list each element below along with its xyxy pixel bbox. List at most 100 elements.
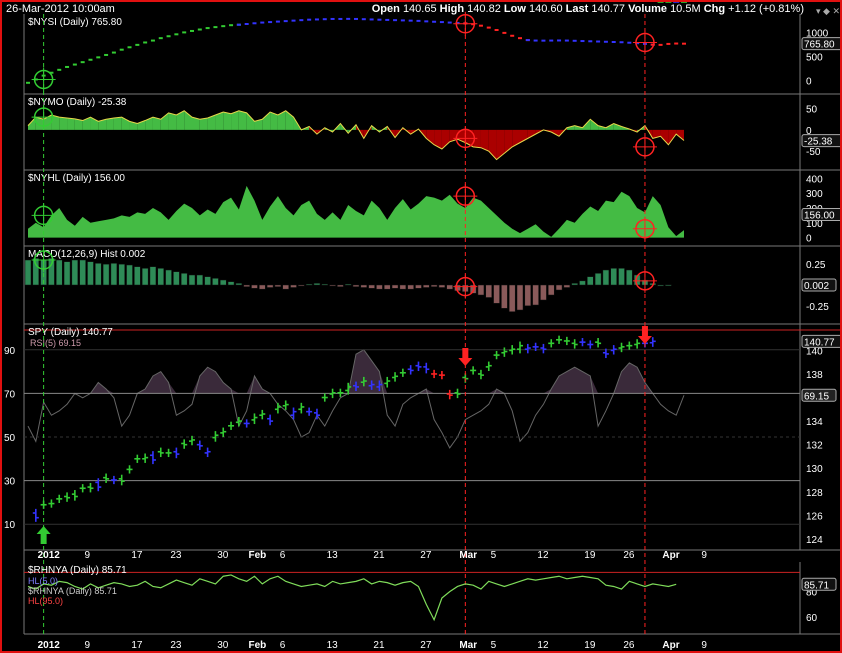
macd-bar: [501, 284, 508, 309]
macd-bar: [485, 284, 493, 298]
sell-arrow-stem: [641, 326, 648, 336]
macd-bar: [665, 284, 672, 287]
nysi-title: $NYSI (Daily) 765.80: [28, 17, 122, 28]
macd-bar: [329, 284, 336, 287]
x-axis-label: 9: [84, 550, 90, 561]
nymo-area-segment: [277, 110, 286, 130]
macd-bar: [282, 284, 289, 290]
nyhl-title: $NYHL (Daily) 156.00: [28, 173, 125, 184]
macd-bar: [126, 264, 133, 286]
macd-bar: [344, 283, 352, 286]
macd-bar: [149, 266, 157, 286]
macd-bar: [165, 269, 172, 286]
macd-bar: [219, 279, 227, 286]
rsi-title: RSI(5) 69.15: [30, 338, 81, 348]
macd-bar: [446, 284, 453, 290]
macd-bar: [477, 284, 485, 296]
x-axis-label: 9: [701, 550, 707, 561]
x-axis-label: 9: [701, 640, 707, 651]
macd-bar: [48, 258, 55, 286]
nyhl-y-tick: 300: [806, 189, 823, 200]
x-axis-label: Apr: [662, 550, 679, 561]
macd-bar: [423, 284, 430, 288]
rhnya-last-tag: 85.71: [801, 577, 837, 591]
macd-bar: [555, 284, 563, 291]
macd-bar: [360, 284, 368, 288]
rsi-y-tick: 70: [4, 389, 16, 400]
rhnya-hl-blue: HL(5.0): [28, 576, 58, 586]
macd-bar: [610, 268, 617, 286]
nymo-area-segment: [59, 117, 68, 130]
nymo-last-tag: -25.38: [801, 134, 840, 148]
macd-bar: [618, 268, 625, 286]
x-axis-label: 30: [217, 550, 229, 561]
x-axis-label: 27: [420, 640, 432, 651]
macd-bar: [102, 263, 110, 286]
macd-bar: [32, 258, 40, 286]
macd-bar: [493, 284, 500, 304]
macd-bar: [157, 268, 165, 286]
chart-svg: $NYSI (Daily) 765.8010005000765.80$NYMO …: [4, 2, 840, 651]
macd-bar: [563, 284, 571, 288]
rsi-y-tick: 10: [4, 520, 16, 531]
rhnya-hl-red: HL(95.0): [28, 596, 63, 606]
macd-y-tick: 0.25: [806, 260, 826, 271]
nymo-last-tag-text: -25.38: [804, 137, 833, 148]
x-axis-label: 19: [584, 550, 596, 561]
spy-y-tick: 128: [806, 488, 823, 499]
x-axis-label: 17: [131, 640, 143, 651]
x-axis-label: Mar: [459, 550, 477, 561]
nysi-last-tag: 765.80: [801, 37, 840, 51]
rsi-y-tick: 30: [4, 477, 16, 488]
macd-bar: [95, 263, 102, 286]
spy-title: SPY (Daily) 140.77: [28, 327, 113, 338]
sell-arrow: [458, 358, 473, 366]
x-axis-label: 12: [537, 640, 549, 651]
macd-bar: [321, 283, 329, 286]
macd-bar: [274, 284, 282, 287]
macd-bar: [657, 284, 664, 287]
macd-bar: [266, 284, 274, 288]
rsi-y-tick: 50: [4, 433, 16, 444]
x-axis-label: 12: [537, 550, 549, 561]
x-axis-label: 13: [327, 550, 339, 561]
macd-bar: [110, 263, 118, 286]
macd-bar: [243, 284, 250, 287]
macd-bar: [540, 284, 547, 301]
macd-bar: [188, 274, 196, 286]
x-axis-label: 21: [373, 640, 385, 651]
x-axis-label: 26: [623, 550, 635, 561]
macd-bar: [547, 284, 555, 296]
nysi-y-tick: 0: [806, 76, 812, 87]
macd-bar: [571, 283, 578, 286]
x-axis-label: 5: [491, 550, 497, 561]
macd-bar: [134, 266, 141, 286]
spy-y-tick: 138: [806, 370, 823, 381]
buy-arrow-stem: [40, 534, 47, 544]
macd-bar: [407, 284, 414, 290]
macd-bar: [594, 273, 602, 286]
nymo-area-segment: [106, 117, 114, 130]
nymo-area-segment: [223, 112, 232, 130]
nyhl-y-tick: 0: [806, 234, 812, 245]
macd-bar: [579, 280, 586, 286]
macd-bar: [383, 284, 391, 290]
x-axis-label: 27: [420, 550, 432, 561]
macd-bar: [204, 276, 211, 286]
nysi-last-tag-text: 765.80: [804, 40, 835, 51]
macd-bar: [24, 259, 32, 286]
nyhl-y-tick: 400: [806, 174, 823, 185]
rsi-y-tick: 90: [4, 346, 16, 357]
x-axis-label: Feb: [248, 550, 266, 561]
macd-bar: [430, 284, 438, 287]
macd-bar: [63, 261, 71, 286]
macd-bar: [626, 269, 633, 286]
spy-y-tick: 130: [806, 464, 823, 475]
x-axis-label: 17: [131, 550, 143, 561]
macd-bar: [79, 259, 86, 286]
rhnya-y-tick: 60: [806, 613, 818, 624]
macd-bar: [352, 284, 360, 287]
x-axis-label: 2012: [38, 550, 61, 561]
x-axis-label: Mar: [459, 640, 477, 651]
macd-bar: [196, 274, 204, 286]
